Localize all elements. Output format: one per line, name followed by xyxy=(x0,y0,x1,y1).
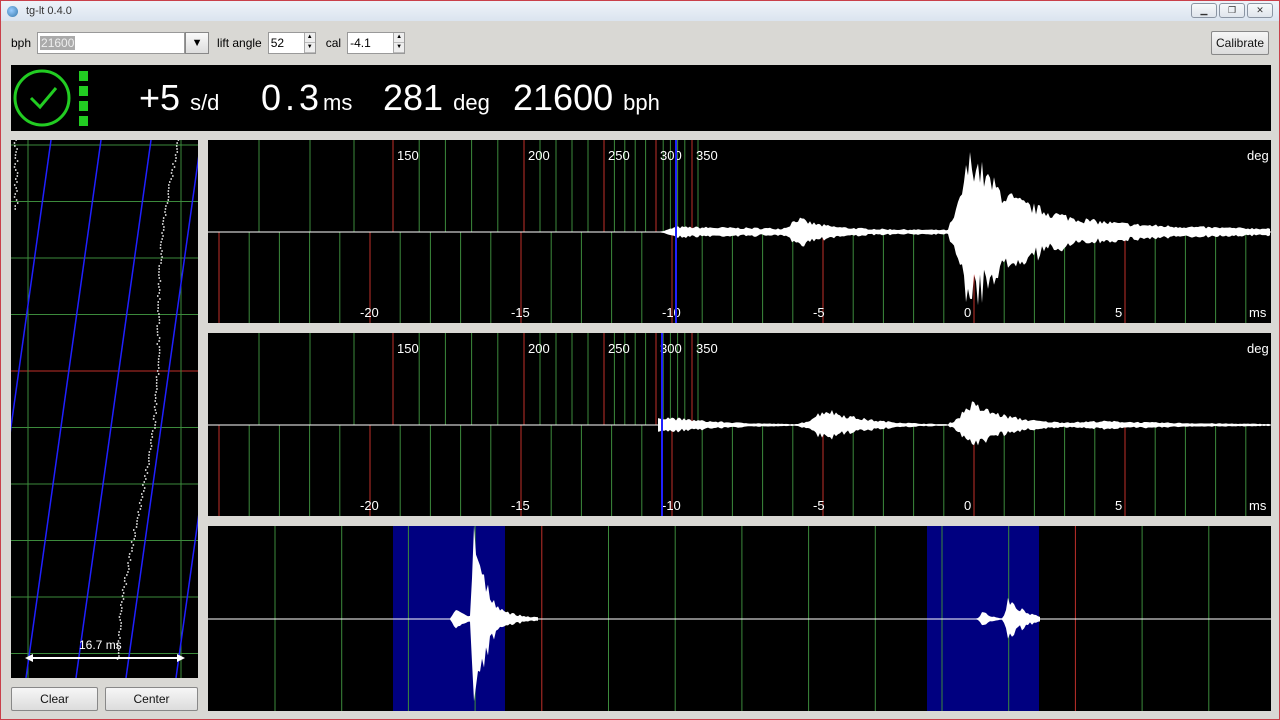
paper-span-label: 16.7 ms xyxy=(79,638,122,652)
ms-tick-label: -20 xyxy=(360,498,379,513)
deg-tick-label: 250 xyxy=(608,148,630,163)
deg-tick-label: 350 xyxy=(696,341,718,356)
ms-unit-label: ms xyxy=(1249,305,1267,320)
ms-tick-label: -10 xyxy=(662,498,681,513)
waveform xyxy=(658,152,1270,306)
spin-up-icon[interactable]: ▲ xyxy=(394,33,405,43)
waveform xyxy=(658,401,1270,446)
tock-scope: 150 200 250 300 350 deg -20 -15 -10 -5 0 5 ms xyxy=(208,333,1271,516)
beat-error-readout: 0.3ms xyxy=(261,77,353,118)
ms-tick-label: -15 xyxy=(511,498,530,513)
amplitude-readout: 281 deg xyxy=(383,77,490,118)
toolbar: bph 21600 ▼ lift angle 52 ▲ ▼ cal -4.1 ▲ ▼ C… xyxy=(11,31,1269,55)
cal-value: -4.1 xyxy=(350,36,371,50)
deg-tick-label: 200 xyxy=(528,341,550,356)
period-scope xyxy=(208,526,1271,711)
ms-unit-label: ms xyxy=(1249,498,1267,513)
ms-tick-label: -15 xyxy=(511,305,530,320)
bph-readout: 21600 bph xyxy=(513,77,660,118)
ms-tick-label: -20 xyxy=(360,305,379,320)
app-icon xyxy=(7,5,18,17)
rate-readout: +5 s/d xyxy=(139,77,220,118)
signal-level-segment xyxy=(79,71,88,81)
deg-tick-label: 250 xyxy=(608,341,630,356)
bph-label: bph xyxy=(11,36,32,50)
spin-up-icon[interactable]: ▲ xyxy=(304,33,315,43)
bph-dropdown-button[interactable]: ▼ xyxy=(185,32,210,54)
ms-tick-label: -10 xyxy=(662,305,681,320)
ms-tick-label: -5 xyxy=(813,498,825,513)
title-bar: tg-lt 0.4.0 ▁ ❐ ✕ xyxy=(1,1,1279,21)
signal-level-segment xyxy=(79,101,88,111)
deg-tick-label: 150 xyxy=(397,148,419,163)
lift-angle-spinbox[interactable]: 52 ▲ ▼ xyxy=(267,32,316,54)
spin-down-icon[interactable]: ▼ xyxy=(304,43,315,53)
paper-strip-display: 16.7 ms xyxy=(11,140,198,678)
close-button[interactable]: ✕ xyxy=(1247,3,1273,18)
signal-level-segment xyxy=(79,86,88,96)
cal-spinbox[interactable]: -4.1 ▲ ▼ xyxy=(347,32,406,54)
window-title: tg-lt 0.4.0 xyxy=(26,5,72,17)
center-button[interactable]: Center xyxy=(105,687,198,711)
tick-scope: 150 200 250 300 350 deg -20 -15 -10 -5 0 5 ms xyxy=(208,140,1271,323)
deg-unit-label: deg xyxy=(1247,341,1269,356)
ms-tick-label: -5 xyxy=(813,305,825,320)
clear-button[interactable]: Clear xyxy=(11,687,98,711)
lift-angle-label: lift angle xyxy=(217,36,262,50)
deg-unit-label: deg xyxy=(1247,148,1269,163)
beat-trace xyxy=(13,140,19,210)
deg-tick-label: 350 xyxy=(696,148,718,163)
signal-level-indicator xyxy=(79,71,89,127)
bph-combo-input[interactable]: 21600 xyxy=(37,32,186,54)
status-display: +5 s/d 0.3ms 281 deg 21600 bph xyxy=(11,65,1271,131)
signal-level-segment xyxy=(79,116,88,126)
deg-tick-label: 200 xyxy=(528,148,550,163)
ms-tick-label: 5 xyxy=(1115,498,1122,513)
deg-tick-label: 300 xyxy=(660,148,682,163)
cal-label: cal xyxy=(325,36,342,50)
calibrate-button[interactable]: Calibrate xyxy=(1211,31,1269,55)
bph-value: 21600 xyxy=(40,36,76,50)
deg-tick-label: 300 xyxy=(660,341,682,356)
beat-trace xyxy=(116,140,180,660)
lift-angle-value: 52 xyxy=(270,36,285,50)
deg-tick-label: 150 xyxy=(397,341,419,356)
spin-down-icon[interactable]: ▼ xyxy=(394,43,405,53)
restore-button[interactable]: ❐ xyxy=(1219,3,1245,18)
ms-tick-label: 5 xyxy=(1115,305,1122,320)
minimize-button[interactable]: ▁ xyxy=(1191,3,1217,18)
ms-tick-label: 0 xyxy=(964,305,971,320)
ms-tick-label: 0 xyxy=(964,498,971,513)
